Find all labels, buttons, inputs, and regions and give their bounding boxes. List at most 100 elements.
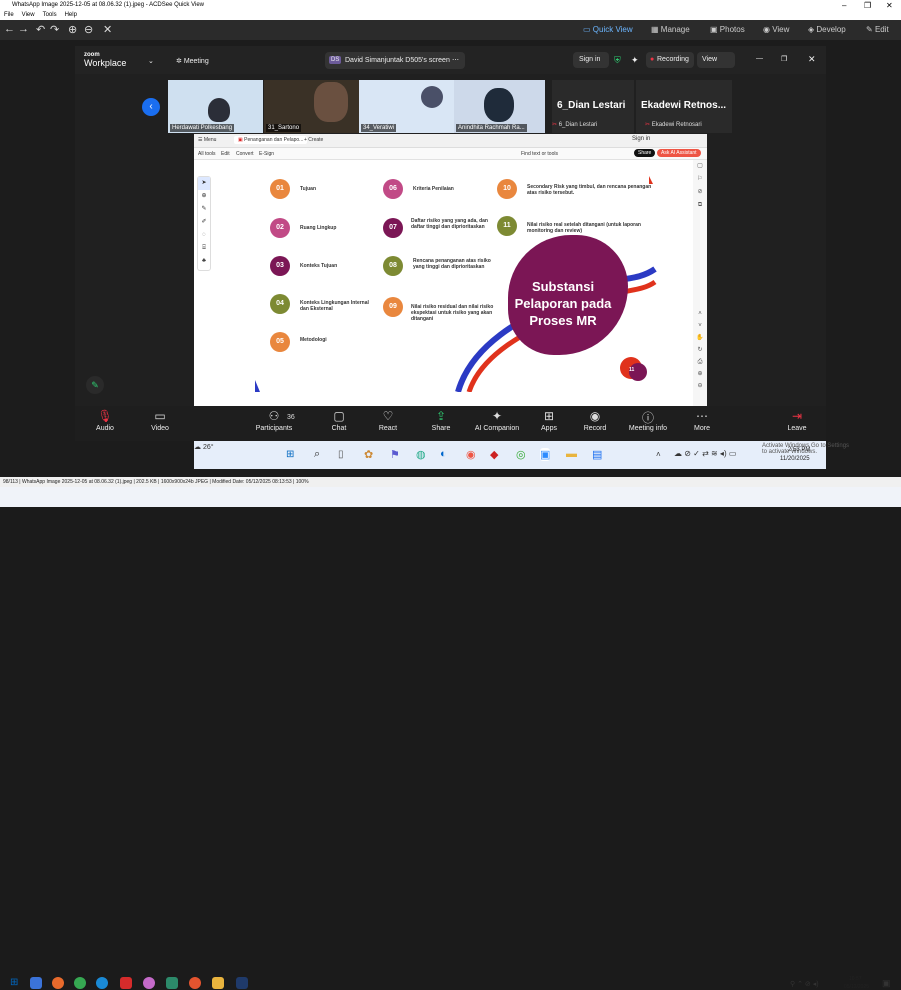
leave-button[interactable]: ⇥ Leave bbox=[773, 409, 821, 432]
zoom-tool-icon[interactable]: ⊕ bbox=[198, 190, 210, 203]
app-icon[interactable]: ◍ bbox=[416, 448, 426, 461]
react-button[interactable]: ♡ React bbox=[364, 409, 412, 432]
chrome-icon[interactable] bbox=[74, 977, 86, 989]
acrobat-create[interactable]: + Create bbox=[304, 137, 323, 143]
app-icon[interactable] bbox=[143, 977, 155, 989]
rotate-right-icon[interactable]: ↷ bbox=[50, 23, 59, 36]
minimize-button[interactable]: – bbox=[842, 0, 846, 11]
edge-icon[interactable]: ◐ bbox=[440, 448, 447, 460]
acrobat-ai-button[interactable]: Ask AI Assistant bbox=[657, 149, 701, 157]
acrobat-menu[interactable]: ☰ Menu bbox=[198, 137, 216, 143]
share-button[interactable]: ⇪ Share bbox=[417, 409, 465, 432]
zoom-out-icon[interactable]: ⊖ bbox=[84, 23, 93, 36]
menu-help[interactable]: Help bbox=[65, 12, 77, 18]
video-button[interactable]: ▭ Video bbox=[136, 409, 184, 432]
menu-tools[interactable]: Tools bbox=[43, 12, 57, 18]
minimize-icon[interactable]: — bbox=[756, 55, 763, 62]
weather-icon[interactable]: ☁ 26° bbox=[194, 443, 214, 451]
video-tile[interactable]: Herdawati Polkesbang bbox=[168, 80, 263, 133]
close-icon[interactable]: ✕ bbox=[808, 54, 816, 65]
gallery-prev-arrow[interactable]: ‹ bbox=[142, 98, 160, 116]
comment-icon[interactable]: ▢ bbox=[693, 160, 707, 173]
acrobat-esign[interactable]: E-Sign bbox=[259, 151, 274, 157]
close-button[interactable]: ✕ bbox=[886, 0, 893, 11]
meeting-info-button[interactable]: ⓘ Meeting info bbox=[624, 409, 672, 432]
explorer-icon[interactable] bbox=[212, 977, 224, 989]
tray-icons[interactable]: ☁ ⊘ ✓ ⇄ ≋ ◂) ▭ bbox=[674, 449, 736, 458]
pen-tool-icon[interactable]: ✎ bbox=[198, 203, 210, 216]
start-icon[interactable]: ⊞ bbox=[10, 977, 18, 988]
app-icon[interactable] bbox=[166, 977, 178, 989]
firefox-icon[interactable] bbox=[52, 977, 64, 989]
notification-icon[interactable]: ▣ bbox=[882, 978, 891, 989]
highlight-tool-icon[interactable]: ✐ bbox=[198, 216, 210, 229]
store-icon[interactable]: ▤ bbox=[592, 448, 602, 461]
menu-file[interactable]: File bbox=[4, 12, 14, 18]
app-icon[interactable] bbox=[189, 977, 201, 989]
meeting-tab[interactable]: ✲ Meeting bbox=[176, 57, 209, 65]
acrobat-find[interactable]: Find text or tools bbox=[521, 151, 558, 157]
tray-icons[interactable]: ⚲ ⌃ ⊘ ◂) bbox=[790, 980, 819, 988]
acrobat-tab[interactable]: ▣ Penanganan dan Pelapo... bbox=[234, 136, 308, 144]
close-file-icon[interactable]: ✕ bbox=[103, 23, 112, 36]
search-icon[interactable]: ⌕ bbox=[314, 448, 320, 461]
stamp-tool-icon[interactable]: ♣ bbox=[198, 255, 210, 268]
tab-develop[interactable]: ◈ Develop bbox=[808, 25, 846, 34]
zoom-minus-icon[interactable]: ⊖ bbox=[693, 380, 707, 392]
zoom-plus-icon[interactable]: ⊕ bbox=[693, 368, 707, 380]
acrobat-sign-in[interactable]: Sign in bbox=[632, 136, 650, 142]
tab-photos[interactable]: ▣ Photos bbox=[710, 25, 745, 34]
more-button[interactable]: ⋯ More bbox=[678, 409, 726, 432]
video-tile[interactable]: 34_Veratiwi bbox=[359, 80, 454, 133]
ai-companion-button[interactable]: ✦ AI Companion bbox=[473, 409, 521, 432]
page-down-icon[interactable]: ˅ bbox=[693, 320, 707, 332]
teams-icon[interactable]: ⚑ bbox=[390, 448, 400, 461]
video-tile[interactable]: Anindhita Rachmah Ra... bbox=[454, 80, 545, 133]
wps-icon[interactable]: ◆ bbox=[490, 448, 498, 461]
wps-icon[interactable] bbox=[120, 977, 132, 989]
lasso-tool-icon[interactable]: ◌ bbox=[198, 229, 210, 242]
app-icon[interactable] bbox=[30, 977, 42, 989]
tab-quick-view[interactable]: ▭ Quick View bbox=[583, 25, 633, 34]
acrobat-all-tools[interactable]: All tools bbox=[198, 151, 216, 157]
chat-button[interactable]: ▢ Chat bbox=[315, 409, 363, 432]
tray-chevron-icon[interactable]: ˄ bbox=[656, 450, 661, 459]
tab-edit[interactable]: ✎ Edit bbox=[866, 25, 889, 34]
firefox-icon[interactable]: ◉ bbox=[466, 448, 476, 461]
tab-manage[interactable]: ▦ Manage bbox=[651, 25, 690, 34]
more-dots-icon[interactable]: ⋯ bbox=[452, 56, 459, 64]
start-icon[interactable]: ⊞ bbox=[286, 449, 294, 460]
hand-tool-icon[interactable]: ✋ bbox=[693, 332, 707, 344]
page-up-icon[interactable]: ˄ bbox=[693, 308, 707, 320]
taskview-icon[interactable]: ▯ bbox=[338, 449, 344, 460]
acdsee-icon[interactable] bbox=[236, 977, 248, 989]
cursor-tool-icon[interactable]: ➤ bbox=[198, 177, 210, 190]
back-icon[interactable]: ← bbox=[4, 23, 15, 35]
zoom-in-icon[interactable]: ⊕ bbox=[68, 23, 77, 36]
audio-button[interactable]: 🎙 Audio bbox=[81, 409, 129, 432]
rotate-left-icon[interactable]: ↶ bbox=[36, 23, 45, 36]
restore-icon[interactable]: ❐ bbox=[781, 55, 787, 63]
acrobat-edit[interactable]: Edit bbox=[221, 151, 230, 157]
forward-icon[interactable]: → bbox=[18, 23, 29, 35]
video-tile[interactable]: 31_Sartono bbox=[264, 80, 359, 133]
explorer-icon[interactable]: ▬ bbox=[566, 448, 577, 460]
apps-button[interactable]: ⊞ Apps bbox=[525, 409, 573, 432]
refresh-icon[interactable]: ↻ bbox=[693, 344, 707, 356]
pages-icon[interactable]: ⧉ bbox=[693, 199, 707, 212]
chevron-down-icon[interactable]: ⌄ bbox=[148, 57, 154, 65]
acrobat-share-button[interactable]: Share bbox=[634, 149, 656, 157]
attach-icon[interactable]: ⊘ bbox=[693, 186, 707, 199]
edge-icon[interactable] bbox=[96, 977, 108, 989]
sparkle-icon[interactable]: ✦ bbox=[631, 55, 639, 66]
text-select-icon[interactable]: ⌸ bbox=[198, 242, 210, 255]
restore-button[interactable]: ❐ bbox=[864, 0, 871, 11]
tab-view[interactable]: ◉ View bbox=[763, 25, 789, 34]
annotate-pen-icon[interactable]: ✎ bbox=[86, 376, 104, 394]
chrome-icon[interactable]: ◎ bbox=[516, 448, 526, 461]
menu-view[interactable]: View bbox=[22, 12, 35, 18]
bookmark-icon[interactable]: ⚐ bbox=[693, 173, 707, 186]
record-button[interactable]: ◉ Record bbox=[571, 409, 619, 432]
zoom-app-icon[interactable]: ▣ bbox=[540, 448, 551, 461]
acrobat-convert[interactable]: Convert bbox=[236, 151, 254, 157]
